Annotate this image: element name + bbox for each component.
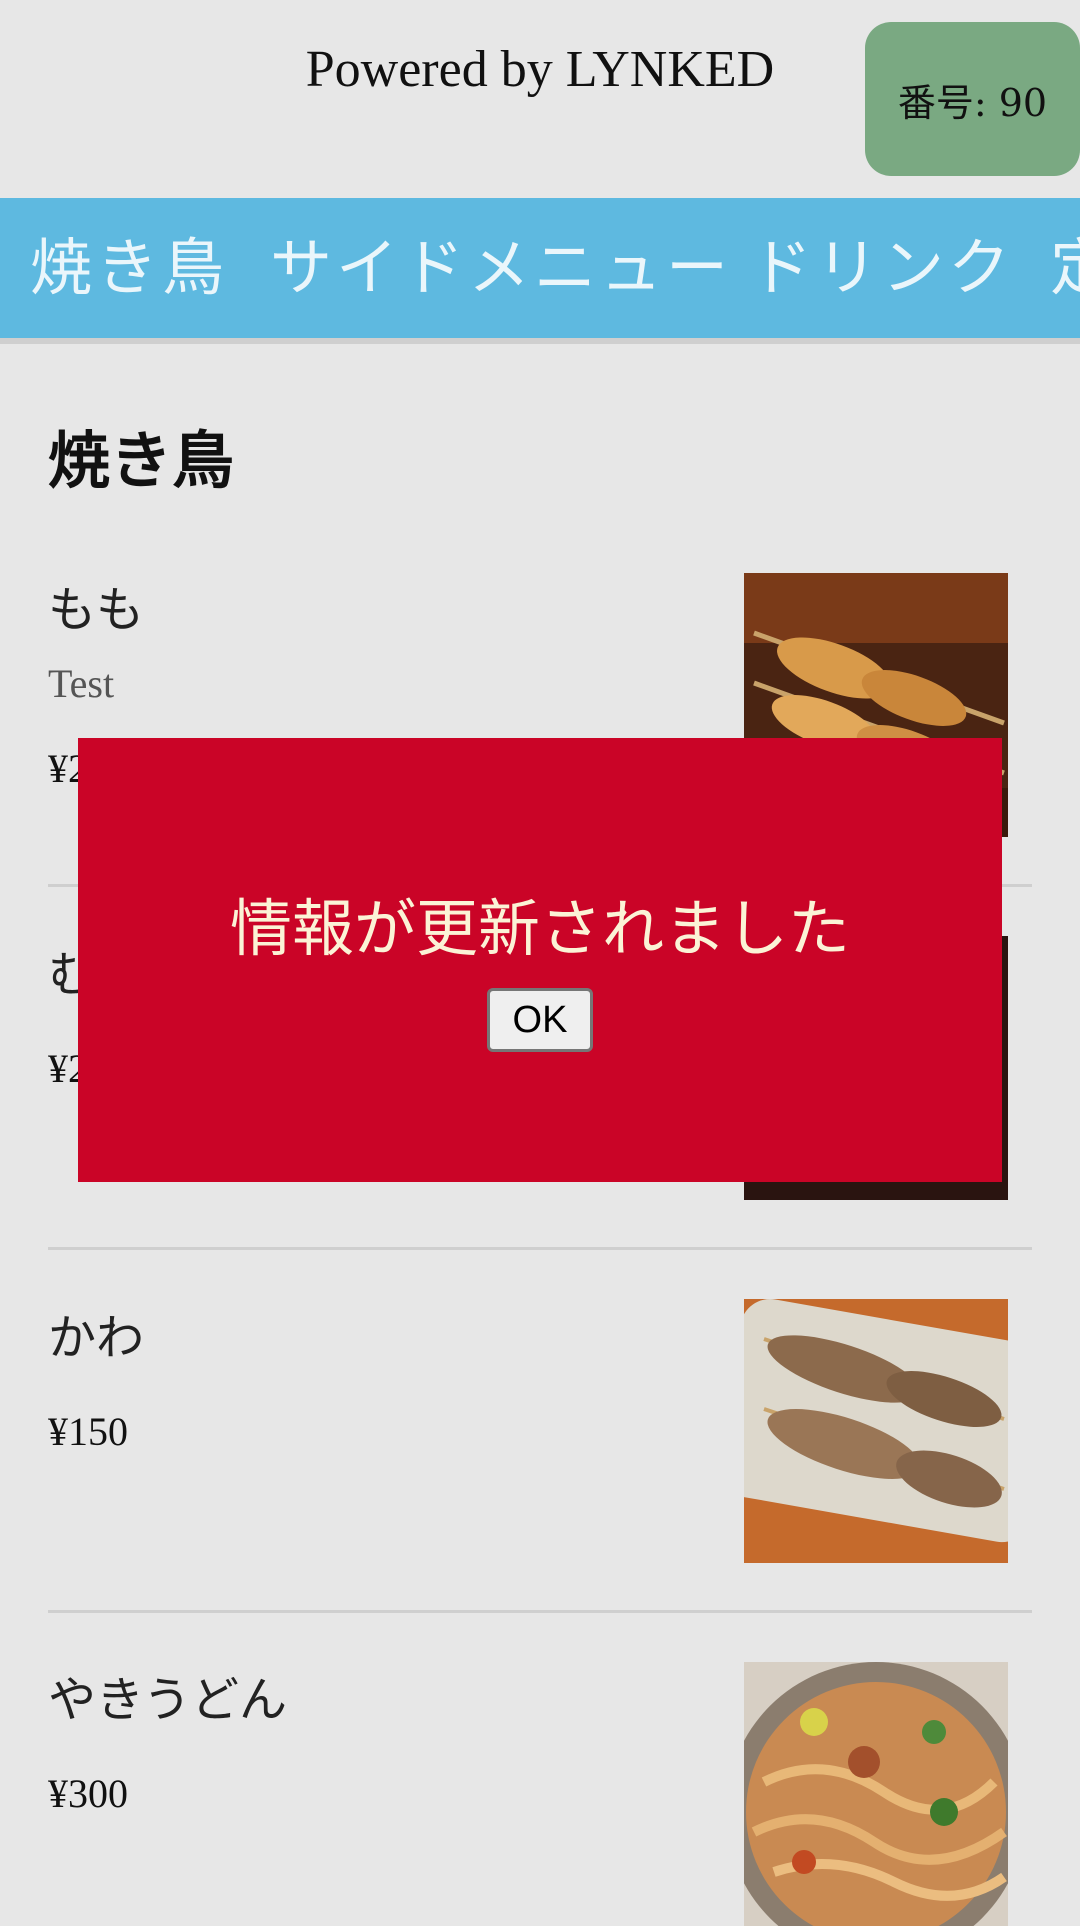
category-tab-bar: 焼き鳥 サイドメニュー ドリンク 定 <box>0 198 1080 344</box>
item-name: やきうどん <box>48 1672 288 1728</box>
item-image-yakiudon <box>744 1662 1008 1926</box>
header: Powered by LYNKED 番号: 90 <box>0 0 1080 198</box>
tab-drink[interactable]: ドリンク <box>750 198 1014 338</box>
divider <box>48 1610 1032 1613</box>
ticket-number-badge: 番号: 90 <box>865 22 1080 176</box>
tab-set-menu[interactable]: 定 <box>1050 198 1080 338</box>
item-name: かわ <box>48 1310 145 1366</box>
ok-button[interactable]: OK <box>487 988 593 1052</box>
divider <box>48 1247 1032 1250</box>
dialog-message: 情報が更新されました <box>229 892 850 965</box>
section-title: 焼き鳥 <box>48 424 235 497</box>
item-image-kawa <box>744 1299 1008 1563</box>
update-notice-dialog: 情報が更新されました OK <box>78 738 1002 1182</box>
item-price: ¥150 <box>48 1409 128 1454</box>
item-description: Test <box>48 661 115 706</box>
item-name: もも <box>48 582 145 638</box>
item-price: ¥300 <box>48 1771 128 1816</box>
tab-yakitori[interactable]: 焼き鳥 <box>30 198 228 338</box>
tab-side-menu[interactable]: サイドメニュー <box>270 198 732 338</box>
